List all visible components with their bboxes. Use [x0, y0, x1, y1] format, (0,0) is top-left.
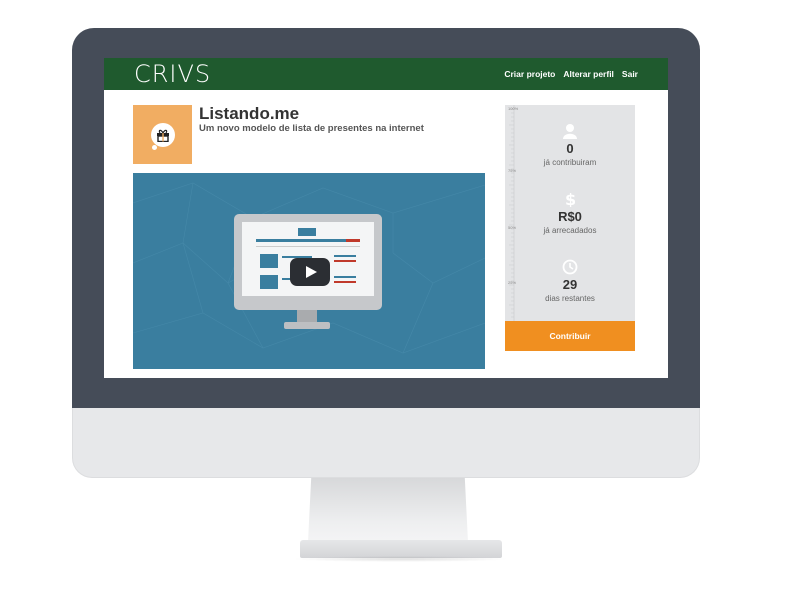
clock-icon [562, 259, 578, 275]
nav-links: Criar projeto Alterar perfil Sair [504, 69, 638, 79]
tick-label-100: 100% [508, 106, 519, 111]
project-subtitle: Um novo modelo de lista de presentes na … [199, 123, 424, 134]
progress-ruler: 100% 75% 50% 25% [505, 105, 519, 321]
nav-criar-projeto[interactable]: Criar projeto [504, 69, 555, 79]
days-label: dias restantes [545, 294, 595, 303]
raised-label: já arrecadados [543, 226, 597, 235]
stat-contributors: 0 já contribuiram [505, 123, 635, 167]
speech-bubble [150, 122, 175, 150]
stats-panel: 0 já contribuiram $ R$0 já arrecadados 2… [505, 105, 635, 321]
nav-sair[interactable]: Sair [622, 69, 638, 79]
days-value: 29 [562, 277, 578, 292]
contributors-value: 0 [566, 141, 574, 156]
monitor-stand-neck [308, 478, 468, 542]
stand-shadow [292, 556, 510, 562]
nav-alterar-perfil[interactable]: Alterar perfil [563, 69, 614, 79]
tick-label-50: 50% [508, 225, 517, 230]
stat-days: 29 dias restantes [505, 259, 635, 303]
ruler-ticks [509, 105, 515, 321]
project-title: Listando.me [199, 104, 300, 123]
contribute-button[interactable]: Contribuir [505, 321, 635, 351]
video-player[interactable] [133, 173, 485, 369]
user-icon [563, 124, 577, 139]
svg-text:$: $ [565, 191, 576, 207]
browser-screen: CRIVS Criar projeto Alterar perfil Sair … [104, 58, 668, 378]
project-thumbnail [133, 105, 192, 164]
play-icon[interactable] [290, 258, 330, 286]
illustration-monitor-neck [297, 310, 317, 322]
monitor-chin [72, 408, 700, 478]
gift-icon [156, 129, 169, 142]
contributors-label: já contribuiram [543, 158, 597, 167]
logo[interactable]: CRIVS [134, 62, 211, 86]
stat-raised: $ R$0 já arrecadados [505, 191, 635, 235]
tick-label-75: 75% [508, 168, 517, 173]
dollar-icon: $ [565, 191, 576, 207]
tick-label-25: 25% [508, 280, 517, 285]
top-navbar: CRIVS Criar projeto Alterar perfil Sair [104, 58, 668, 90]
illustration-monitor-foot [284, 322, 330, 329]
raised-value: R$0 [558, 209, 582, 224]
